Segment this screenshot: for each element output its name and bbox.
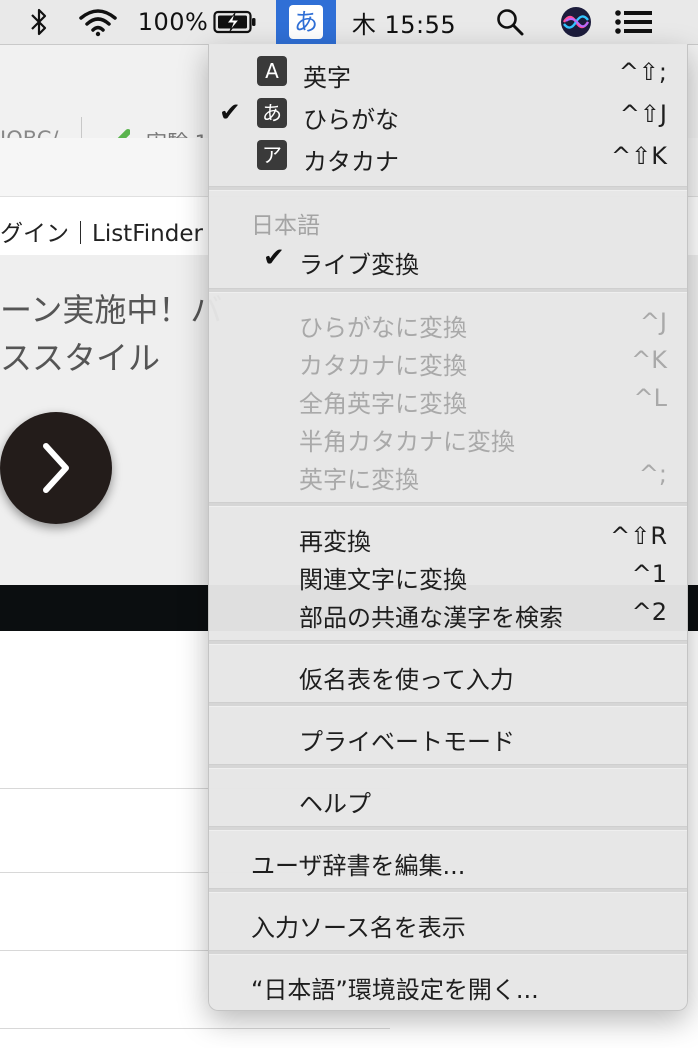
chevron-right-icon: [43, 443, 69, 493]
menu-item-katakana[interactable]: ア カタカナ ^⇧K: [209, 136, 687, 176]
siri-icon: [561, 7, 591, 37]
menu-item-related-characters[interactable]: 関連文字に変換 ^1: [209, 554, 687, 594]
menu-item-private-mode[interactable]: プライベートモード: [209, 716, 687, 756]
spotlight-button[interactable]: [490, 0, 530, 44]
menu-item-convert-hiragana: ひらがなに変換 ^J: [299, 308, 667, 342]
bluetooth-icon: [31, 8, 47, 36]
menu-separator: [209, 888, 687, 893]
notification-center-icon: [615, 10, 652, 34]
page-title: グイン｜ListFinder: [0, 221, 203, 247]
notification-center-button[interactable]: [610, 0, 658, 44]
menu-item-convert-fullwidth: 全角英字に変換 ^L: [299, 384, 667, 418]
next-slide-button[interactable]: [0, 412, 112, 524]
menu-separator: [209, 288, 687, 293]
menu-item-english[interactable]: A 英字 ^⇧;: [209, 52, 687, 92]
menu-item-convert-katakana: カタカナに変換 ^K: [299, 346, 667, 380]
hiragana-mode-icon: あ: [257, 98, 287, 128]
menu-item-kana-table[interactable]: 仮名表を使って入力: [209, 654, 687, 694]
menu-separator: [209, 764, 687, 769]
wifi-status[interactable]: [76, 0, 120, 44]
bluetooth-status[interactable]: [22, 0, 56, 44]
menu-item-edit-user-dictionary[interactable]: ユーザ辞書を編集...: [209, 840, 687, 880]
menu-item-hiragana[interactable]: ✔ あ ひらがな ^⇧J: [209, 94, 687, 134]
menu-item-convert-halfwidth-katakana: 半角カタカナに変換: [299, 428, 515, 456]
spotlight-search-icon: [497, 9, 524, 36]
hero-text-line-2: ススタイル: [0, 339, 161, 377]
menu-item-open-japanese-preferences[interactable]: “日本語”環境設定を開く...: [209, 964, 687, 1004]
menu-separator: [209, 186, 687, 191]
hiragana-input-icon: あ: [289, 5, 323, 39]
alphanumeric-mode-icon: A: [257, 56, 287, 86]
input-source-menu: A 英字 ^⇧; ✔ あ ひらがな ^⇧J ア カタカナ ^⇧K 日本語 ✔ ラ…: [208, 44, 688, 1011]
input-source-menu-button[interactable]: あ: [276, 0, 336, 44]
battery-status[interactable]: [212, 0, 258, 44]
katakana-mode-icon: ア: [257, 140, 287, 170]
menu-item-help[interactable]: ヘルプ: [209, 778, 687, 818]
menu-separator: [209, 640, 687, 645]
menu-item-convert-english: 英字に変換 ^;: [299, 460, 667, 494]
hero-text-line-1: ーン実施中！バ: [0, 291, 223, 329]
menubar-clock[interactable]: 木 15:55: [348, 0, 460, 44]
wifi-icon: [79, 9, 117, 37]
battery-percent[interactable]: 100%: [138, 0, 208, 44]
menu-bar: 100% あ 木 15:55: [0, 0, 698, 45]
page-divider: [0, 1028, 390, 1029]
checkmark-icon: ✔: [219, 98, 241, 128]
checkmark-icon: ✔: [263, 243, 285, 273]
menu-separator: [209, 702, 687, 707]
menu-separator: [209, 950, 687, 955]
menu-separator: [209, 502, 687, 507]
menu-item-reconvert[interactable]: 再変換 ^⇧R: [209, 516, 687, 556]
battery-charging-icon: [213, 10, 256, 34]
menu-item-live-conversion[interactable]: ✔ ライブ変換: [209, 239, 687, 279]
menu-separator: [209, 826, 687, 831]
siri-button[interactable]: [556, 0, 596, 44]
section-header-japanese: 日本語: [251, 213, 320, 239]
menu-item-show-input-source-name[interactable]: 入力ソース名を表示: [209, 902, 687, 942]
menu-item-radical-search[interactable]: 部品の共通な漢字を検索 ^2: [209, 592, 687, 632]
